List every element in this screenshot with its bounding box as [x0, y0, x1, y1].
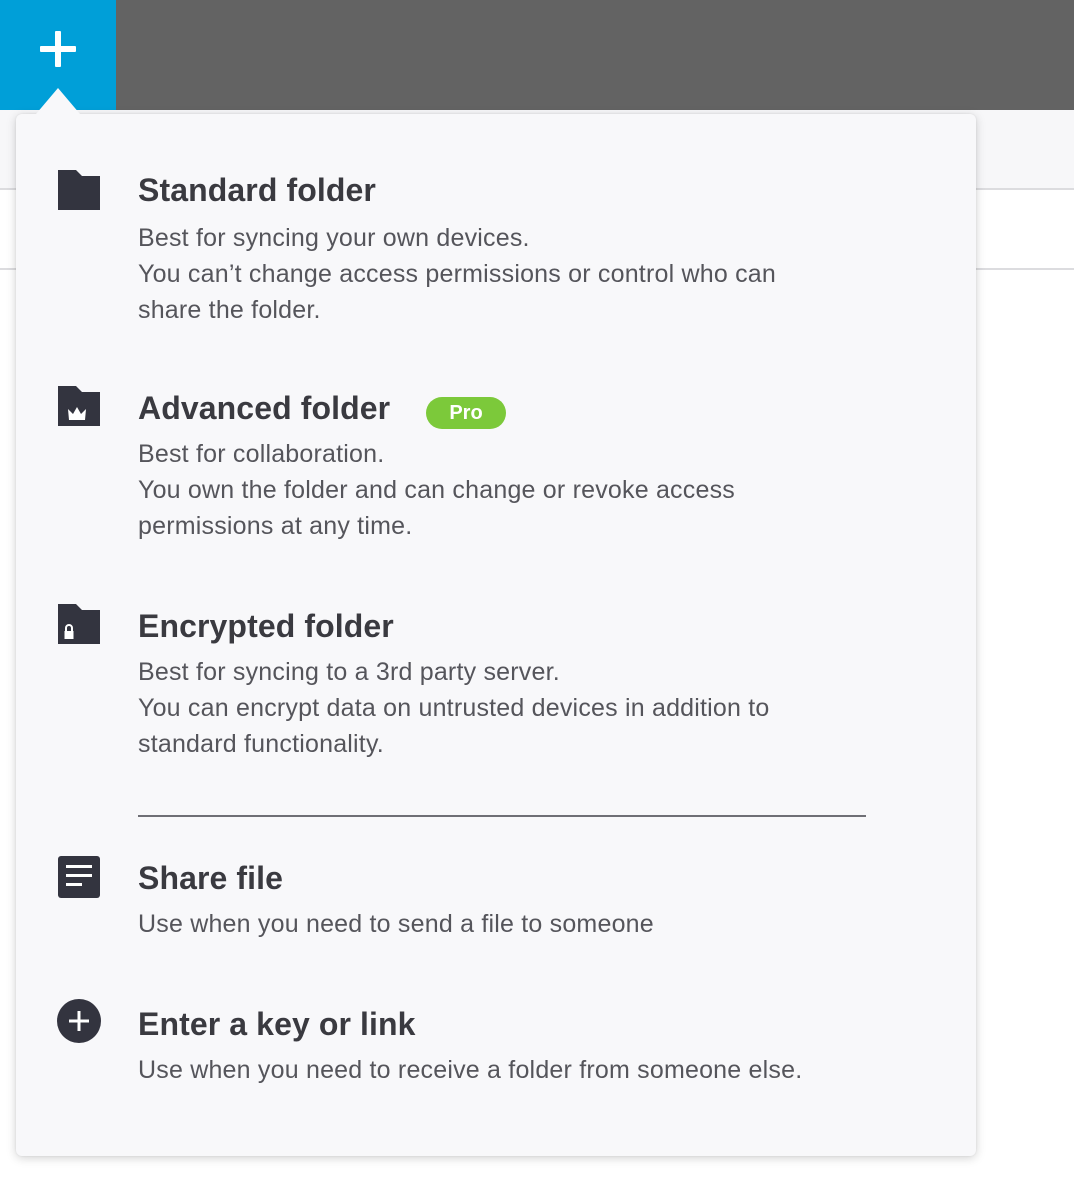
menu-item-description: Use when you need to receive a folder fr… — [138, 1056, 803, 1084]
menu-item-description: Best for collaboration. You own the fold… — [138, 440, 735, 540]
menu-item-description: Use when you need to send a file to some… — [138, 910, 654, 938]
menu-item-title: Enter a key or link — [138, 1006, 416, 1042]
menu-item-description: Best for syncing your own devices. You c… — [138, 224, 776, 324]
top-bar — [0, 0, 1074, 110]
menu-item-title: Encrypted folder — [138, 608, 394, 644]
menu-item-title: Share file — [138, 860, 284, 896]
pro-badge: Pro — [426, 397, 506, 429]
menu-item-description: Best for syncing to a 3rd party server. … — [138, 658, 770, 758]
plus-circle-icon — [57, 999, 101, 1043]
menu-item-title: Standard folder — [138, 172, 376, 208]
plus-icon — [40, 31, 76, 67]
menu-item-title: Advanced folder — [138, 390, 391, 426]
folder-lock-icon — [58, 604, 100, 644]
menu-item-standard-folder[interactable]: Standard folder Best for syncing your ow… — [16, 154, 976, 334]
document-icon — [58, 856, 100, 898]
menu-item-enter-key-or-link[interactable]: Enter a key or link Use when you need to… — [16, 990, 976, 1100]
menu-caret — [36, 88, 80, 114]
folder-crown-icon — [58, 386, 100, 426]
folder-icon — [58, 170, 100, 210]
menu-item-encrypted-folder[interactable]: Encrypted folder Best for syncing to a 3… — [16, 592, 976, 772]
add-menu-dropdown: Standard folder Best for syncing your ow… — [16, 114, 976, 1156]
menu-item-share-file[interactable]: Share file Use when you need to send a f… — [16, 844, 976, 954]
menu-divider — [138, 815, 866, 817]
